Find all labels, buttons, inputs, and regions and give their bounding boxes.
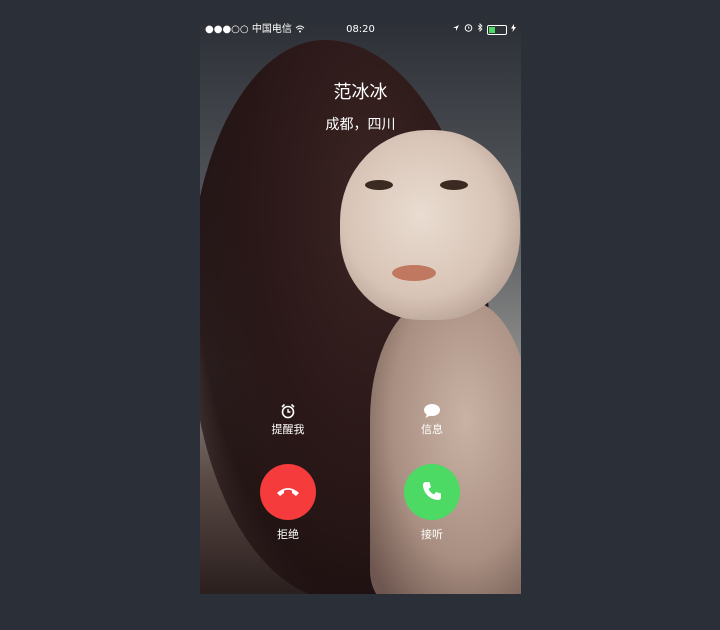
accept-call-button[interactable]: 接听 [392,464,472,542]
wallpaper-photo-eye [440,180,468,190]
incoming-call-screen: ●●●○○ 中国电信 08:20 范冰冰 成都，四川 提醒我 信息 拒绝 接听 [200,20,521,594]
caller-location: 成都，四川 [325,117,396,133]
hang-up-icon [275,485,301,500]
message-bubble-icon [392,403,472,421]
accept-circle[interactable] [404,464,460,520]
status-bar: ●●●○○ 中国电信 08:20 [200,20,521,40]
alarm-icon [464,20,473,40]
remind-me-label: 提醒我 [271,423,305,436]
alarm-clock-icon [248,403,328,421]
caller-name: 范冰冰 [333,82,388,103]
message-label: 信息 [421,423,443,436]
wallpaper-photo-eye [365,180,393,190]
decline-circle[interactable] [260,464,316,520]
decline-label: 拒绝 [277,528,299,541]
phone-icon [421,480,443,505]
wallpaper-photo-face [340,130,520,320]
wallpaper-photo-body [370,300,521,594]
accept-label: 接听 [421,528,443,541]
decline-call-button[interactable]: 拒绝 [248,464,328,542]
message-button[interactable]: 信息 [392,403,472,437]
location-icon [452,20,460,40]
bluetooth-icon [477,20,483,40]
battery-icon [487,25,507,35]
charging-icon [511,20,516,40]
remind-me-button[interactable]: 提醒我 [248,403,328,437]
wallpaper-photo-lips [392,265,436,281]
